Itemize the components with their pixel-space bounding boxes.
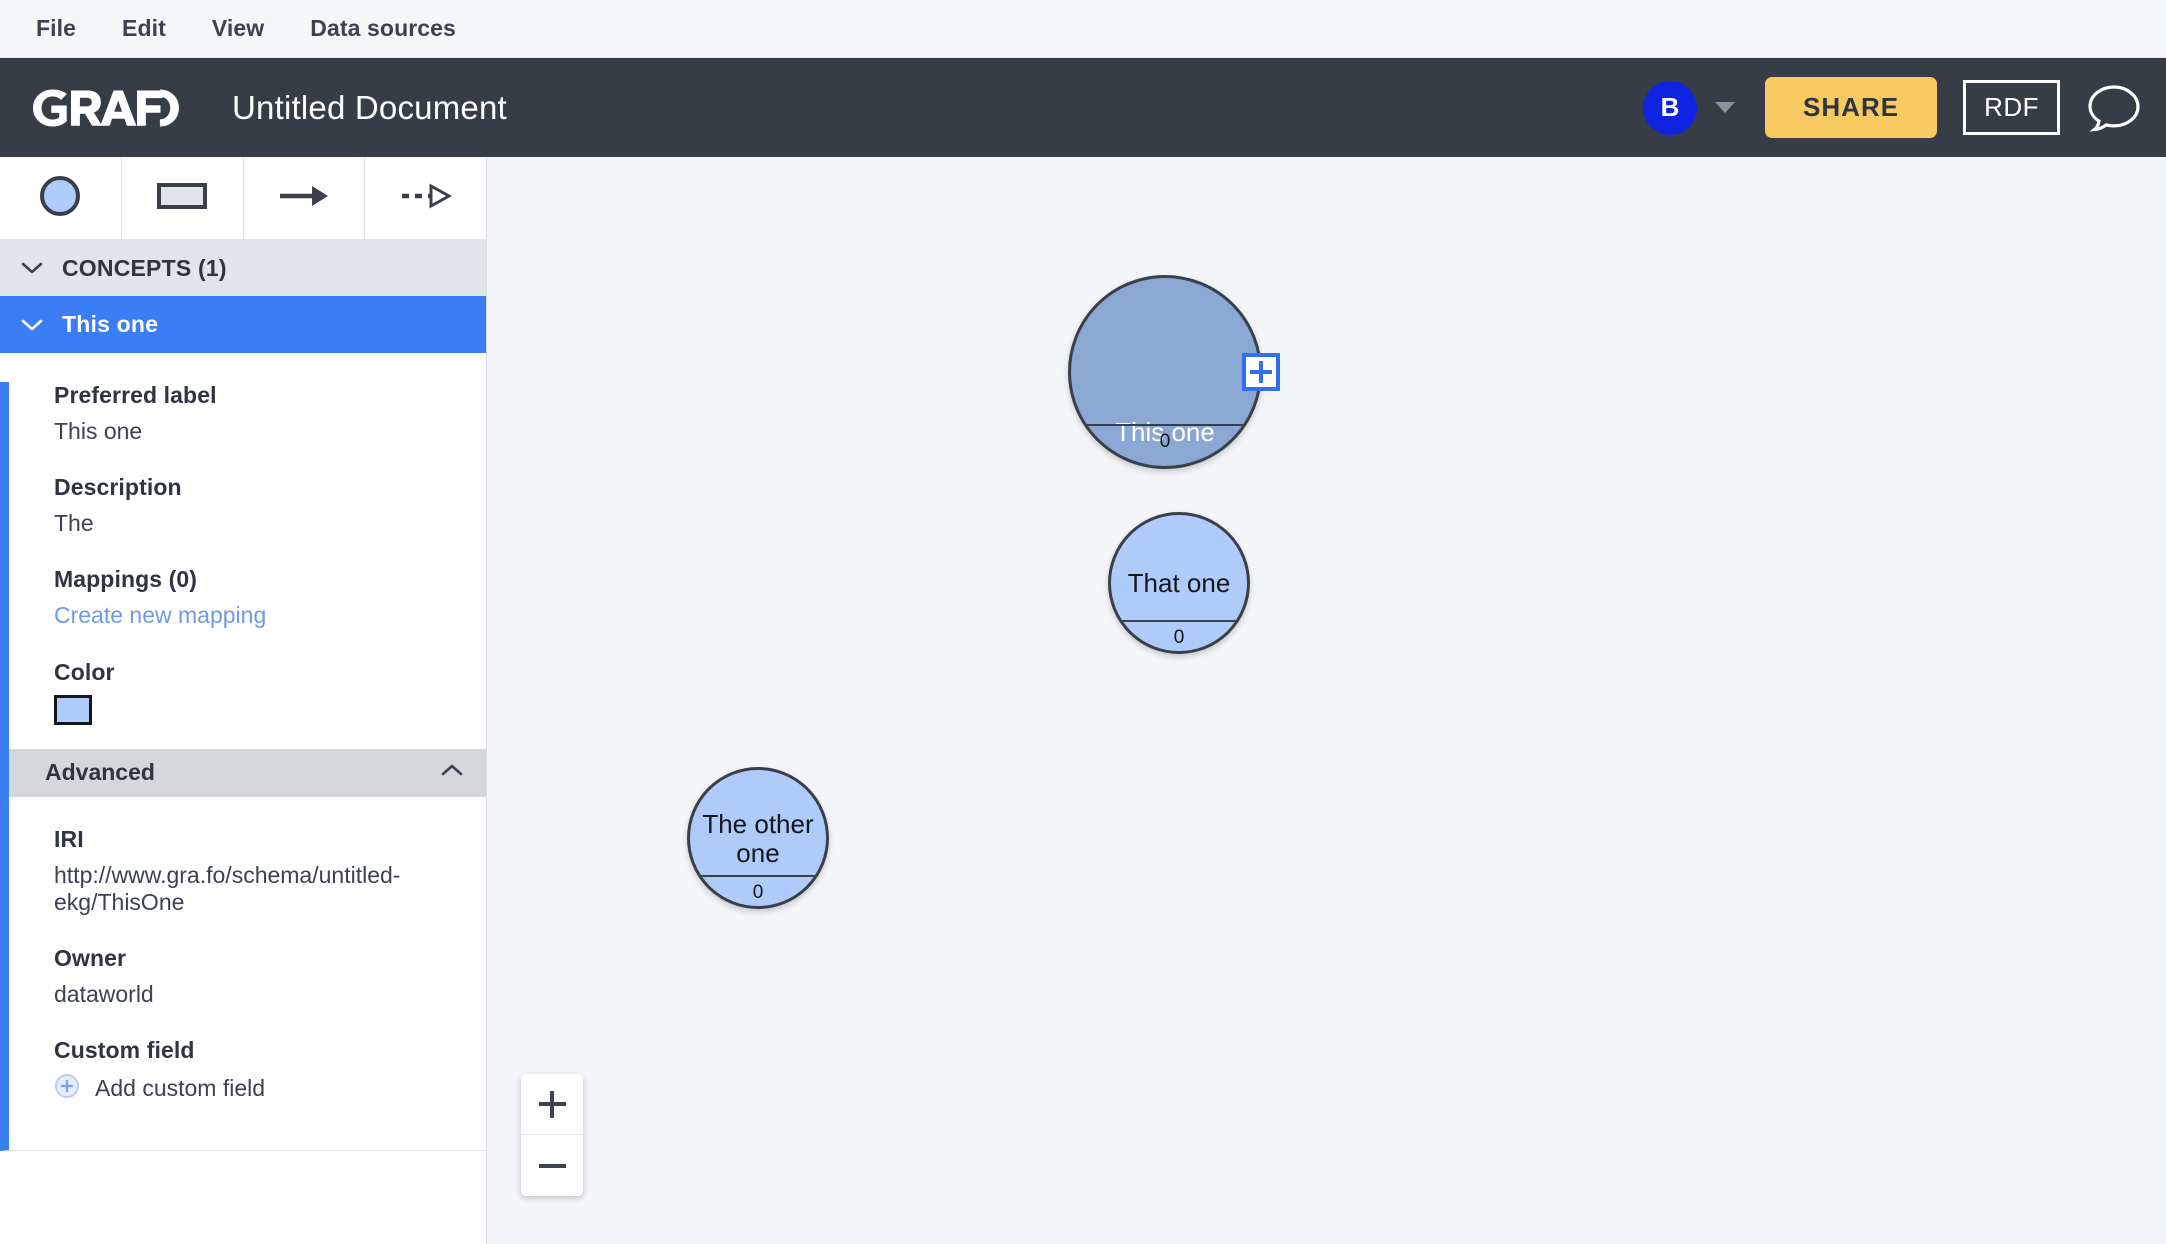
grafo-logo[interactable] bbox=[30, 87, 182, 129]
preferred-label-title: Preferred label bbox=[54, 382, 217, 408]
concept-circle-tool[interactable] bbox=[0, 157, 122, 239]
chevron-down-icon bbox=[20, 317, 44, 333]
graph-node-count: 0 bbox=[1159, 431, 1171, 452]
description-title: Description bbox=[54, 474, 182, 501]
graph-node-label: That one bbox=[1127, 568, 1231, 598]
share-button[interactable]: SHARE bbox=[1765, 77, 1938, 138]
graph-node-count: 0 bbox=[752, 882, 764, 903]
graph-node-this-one[interactable]: This one 0 bbox=[1068, 275, 1262, 469]
field-mappings: Mappings (0) Create new mapping bbox=[9, 566, 486, 630]
color-title: Color bbox=[54, 658, 115, 685]
advanced-section-header[interactable]: Advanced bbox=[9, 748, 486, 797]
graph-node-divider bbox=[1111, 620, 1247, 622]
create-new-mapping-link[interactable]: Create new mapping bbox=[54, 602, 466, 630]
avatar[interactable]: B bbox=[1643, 80, 1698, 135]
color-swatch[interactable] bbox=[54, 694, 92, 725]
graph-node-divider bbox=[1071, 424, 1259, 426]
graph-node-divider bbox=[690, 875, 826, 877]
menu-item-edit[interactable]: Edit bbox=[120, 11, 168, 46]
description-value[interactable]: The bbox=[54, 510, 466, 537]
chevron-down-icon bbox=[20, 260, 44, 276]
menu-bar: File Edit View Data sources bbox=[0, 0, 2166, 58]
header-actions: B SHARE RDF bbox=[1643, 77, 2166, 138]
rdf-button[interactable]: RDF bbox=[1963, 80, 2060, 135]
concept-detail-panel: Preferred label This one Description The… bbox=[0, 382, 486, 1152]
zoom-controls bbox=[521, 1074, 583, 1196]
graph-node-the-other-one[interactable]: The other one 0 bbox=[687, 767, 829, 909]
graph-node-that-one[interactable]: That one 0 bbox=[1108, 512, 1250, 654]
sidebar-concept-this-one[interactable]: This one bbox=[0, 296, 486, 353]
document-title[interactable]: Untitled Document bbox=[232, 89, 507, 127]
plus-circle-icon bbox=[54, 1073, 80, 1104]
circle-icon bbox=[38, 174, 82, 223]
datatype-rectangle-tool[interactable] bbox=[121, 157, 244, 239]
graph-node-label: The other one bbox=[702, 809, 814, 869]
custom-field-title: Custom field bbox=[54, 1037, 195, 1064]
graph-canvas[interactable]: This one 0 That one 0 The other one 0 bbox=[487, 157, 2166, 1244]
menu-item-data-sources[interactable]: Data sources bbox=[308, 11, 458, 46]
app-root: File Edit View Data sources Untitled Doc… bbox=[0, 0, 2166, 1244]
field-description: Description The bbox=[9, 474, 486, 537]
zoom-in-button[interactable] bbox=[521, 1074, 583, 1135]
iri-value[interactable]: http://www.gra.fo/schema/untitled-ekg/Th… bbox=[54, 862, 466, 916]
relationship-arrow-tool[interactable] bbox=[243, 157, 366, 239]
advanced-section-title: Advanced bbox=[45, 759, 155, 786]
add-relationship-handle[interactable] bbox=[1242, 353, 1280, 391]
field-color: Color bbox=[9, 659, 486, 725]
chevron-down-icon[interactable] bbox=[1715, 102, 1736, 113]
owner-value: dataworld bbox=[54, 981, 154, 1008]
plus-icon-v bbox=[1259, 361, 1263, 383]
graph-node-count: 0 bbox=[1173, 627, 1185, 648]
concepts-section-header[interactable]: CONCEPTS (1) bbox=[0, 240, 486, 296]
solid-arrow-icon bbox=[278, 181, 330, 216]
dashed-arrow-icon bbox=[400, 181, 452, 216]
menu-item-view[interactable]: View bbox=[210, 11, 266, 46]
minus-icon bbox=[538, 1163, 566, 1168]
left-sidebar: CONCEPTS (1) This one Preferred label Th… bbox=[0, 157, 487, 1244]
owner-title: Owner bbox=[54, 945, 127, 972]
iri-title: IRI bbox=[54, 825, 84, 852]
chevron-up-icon bbox=[440, 762, 464, 783]
concepts-section-title: CONCEPTS (1) bbox=[62, 254, 227, 281]
zoom-out-button[interactable] bbox=[521, 1135, 583, 1196]
app-header: Untitled Document B SHARE RDF bbox=[0, 58, 2166, 157]
add-custom-field-label: Add custom field bbox=[95, 1075, 266, 1102]
field-iri: IRI http://www.gra.fo/schema/untitled-ek… bbox=[9, 826, 486, 916]
field-preferred-label: Preferred label This one bbox=[9, 382, 486, 445]
field-owner: Owner dataworld bbox=[9, 945, 486, 1008]
shape-toolbar bbox=[0, 157, 486, 240]
subclass-arrow-tool[interactable] bbox=[365, 157, 486, 239]
rectangle-icon bbox=[156, 179, 208, 218]
plus-icon-v bbox=[550, 1090, 554, 1118]
preferred-label-value[interactable]: This one bbox=[54, 418, 466, 445]
speech-bubble-icon[interactable] bbox=[2086, 83, 2142, 133]
graph-node-label: This one bbox=[1115, 417, 1215, 447]
menu-item-file[interactable]: File bbox=[34, 11, 78, 46]
sidebar-concept-label: This one bbox=[62, 311, 159, 337]
field-custom: Custom field Add custom field bbox=[9, 1037, 486, 1104]
mappings-title: Mappings (0) bbox=[54, 566, 198, 593]
add-custom-field-button[interactable]: Add custom field bbox=[54, 1073, 466, 1104]
